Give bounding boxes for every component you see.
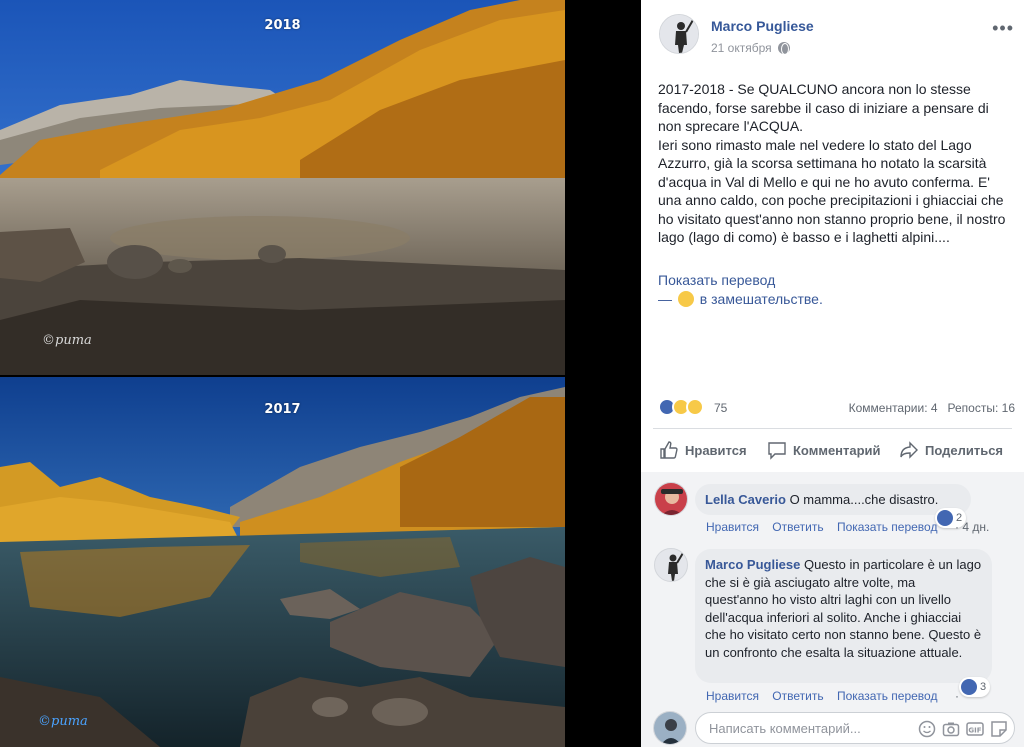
feeling-text[interactable]: в замешательстве.: [700, 291, 823, 307]
author-name[interactable]: Marco Pugliese: [711, 18, 814, 34]
share-label: Поделиться: [925, 442, 1004, 458]
ellipsis-icon[interactable]: •••: [992, 18, 1014, 39]
wow-icon: [686, 398, 704, 416]
comment-bubble: Marco Pugliese Questo in particolare è u…: [695, 549, 992, 683]
commenter-avatar[interactable]: [654, 548, 688, 582]
watermark-bottom: ©puma: [38, 714, 88, 729]
emoji-icon[interactable]: [918, 720, 936, 738]
comment-label: Комментарий: [793, 442, 881, 458]
feeling-line: — в замешательстве.: [658, 291, 823, 307]
globe-icon: [777, 42, 790, 55]
author-avatar[interactable]: [659, 14, 699, 54]
commenter-avatar[interactable]: [654, 482, 688, 516]
comment-reply-link[interactable]: Ответить: [772, 689, 823, 703]
comment-translate-link[interactable]: Показать перевод: [837, 689, 938, 703]
comment-reply-link[interactable]: Ответить: [772, 520, 823, 534]
engagement-counts: Комментарии: 4 Репосты: 16: [839, 401, 1015, 415]
like-button[interactable]: Нравится: [659, 434, 747, 466]
comment-placeholder: Написать комментарий...: [709, 721, 861, 736]
person-silhouette-icon: [655, 549, 687, 581]
post-text: 2017-2018 - Se QUALCUNO ancora non lo st…: [658, 81, 1006, 245]
comment-bubble: Lella Caverio O mamma....che disastro.: [695, 484, 971, 515]
camera-icon[interactable]: [942, 720, 960, 738]
comment-author[interactable]: Marco Pugliese: [705, 557, 800, 572]
svg-text:GIF: GIF: [968, 727, 981, 735]
photo-viewer: 2018 ©puma 2017 ©puma Marco Pugliese 21 …: [0, 0, 1024, 747]
photo-2017: 2017 ©puma: [0, 377, 565, 747]
watermark-top: ©puma: [42, 333, 92, 348]
thumbs-up-icon: [660, 441, 678, 459]
commenter-photo: [655, 483, 687, 515]
comment-actions: Нравится Ответить Показать перевод: [706, 520, 947, 534]
comment-input[interactable]: Написать комментарий... GIF: [695, 712, 1015, 744]
post-actions: Нравится Комментарий Поделиться: [653, 434, 1012, 466]
viewer-avatar: [653, 711, 687, 745]
year-label-2017: 2017: [264, 402, 301, 417]
photo-2018: 2018 ©puma: [0, 0, 565, 375]
see-translation-link[interactable]: Показать перевод: [658, 272, 775, 288]
confused-emoji-icon: [677, 291, 694, 307]
share-button[interactable]: Поделиться: [899, 434, 1003, 466]
landscape-2017-image: [0, 377, 565, 747]
shares-count-link[interactable]: Репосты: 16: [948, 401, 1015, 415]
year-label-2018: 2018: [264, 18, 301, 33]
comment-actions: Нравится Ответить Показать перевод: [706, 689, 947, 703]
gif-icon[interactable]: GIF: [966, 720, 984, 738]
person-silhouette-icon: [660, 15, 698, 53]
comments-count-link[interactable]: Комментарии: 4: [849, 401, 938, 415]
speech-bubble-icon: [768, 442, 786, 460]
comment-like-link[interactable]: Нравится: [706, 520, 759, 534]
comment-reaction-count: 3: [980, 681, 987, 693]
feeling-dash: —: [658, 291, 672, 307]
comment-time[interactable]: ·: [955, 689, 959, 703]
photo-area[interactable]: 2018 ©puma 2017 ©puma: [0, 0, 565, 747]
like-icon: [961, 679, 977, 695]
comment-time[interactable]: · 4 дн.: [955, 520, 989, 534]
post-date-text[interactable]: 21 октября: [711, 41, 772, 55]
landscape-2018-image: [0, 0, 565, 375]
comment-translate-link[interactable]: Показать перевод: [837, 520, 938, 534]
comment-text: O mamma....che disastro.: [789, 492, 939, 507]
comment-author[interactable]: Lella Caverio: [705, 492, 786, 507]
divider: [653, 428, 1012, 429]
comments-section: Lella Caverio O mamma....che disastro. 2…: [641, 472, 1024, 747]
reaction-count: 75: [714, 401, 728, 415]
comment-reactions[interactable]: 3: [959, 677, 991, 697]
post-panel: Marco Pugliese 21 октября ••• 2017-2018 …: [641, 0, 1024, 747]
post-header: Marco Pugliese 21 октября •••: [659, 14, 1024, 58]
comment-text: Questo in particolare è un lago che si è…: [705, 557, 982, 660]
sticker-icon[interactable]: [990, 720, 1008, 738]
like-label: Нравится: [685, 442, 747, 458]
comment-like-link[interactable]: Нравится: [706, 689, 759, 703]
post-date[interactable]: 21 октября: [711, 41, 790, 55]
comment-button[interactable]: Комментарий: [767, 434, 881, 466]
share-arrow-icon: [900, 441, 918, 459]
